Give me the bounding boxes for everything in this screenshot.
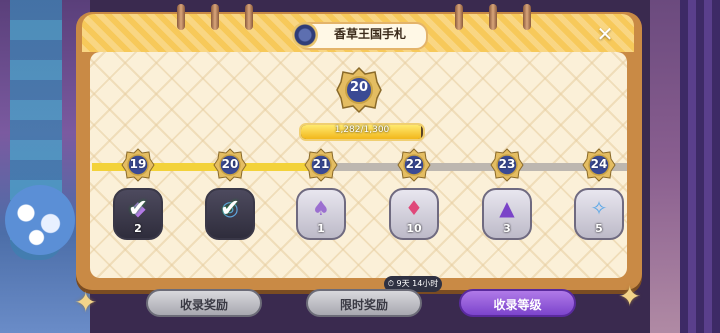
level-node-number: 20	[221, 157, 239, 171]
pink-crystal-icon: ♦	[405, 196, 423, 220]
flower-bouquet	[5, 185, 75, 255]
blue-crystal-icon: ✧	[590, 196, 608, 220]
close-button[interactable]: ✕	[595, 24, 615, 44]
reward-count: 5	[595, 222, 603, 235]
star-decoration-icon: ✦	[618, 280, 642, 313]
level-node-number: 19	[129, 157, 147, 171]
collect-reward-button[interactable]: 收录奖励	[146, 289, 262, 317]
reward-count: 2	[134, 222, 142, 235]
level-node-number: 21	[312, 157, 330, 171]
timer-text: 9天 14小时	[396, 279, 439, 288]
limited-reward-button[interactable]: 限时奖励	[306, 289, 422, 317]
level-node-number: 24	[590, 157, 608, 171]
kingdom-emblem-icon	[292, 22, 318, 48]
star-decoration-icon: ✦	[74, 286, 98, 319]
current-level-number: 20	[349, 80, 369, 95]
binder-ring	[177, 4, 185, 30]
reward-count: 10	[406, 222, 422, 235]
progress-text: 1,282/1,300	[334, 125, 390, 135]
binder-ring	[489, 4, 497, 30]
curtain	[680, 0, 720, 333]
binder-ring	[455, 4, 463, 30]
binder-ring	[523, 4, 531, 30]
level-node-number: 22	[405, 157, 423, 171]
reward-count: 1	[317, 222, 325, 235]
background-right	[650, 0, 720, 333]
level-node-number: 23	[498, 157, 516, 171]
claimed-check-icon: ✔	[219, 194, 241, 222]
binder-ring	[245, 4, 253, 30]
page-title: 香草王国手札	[333, 27, 406, 41]
purple-soulstone-icon: ▲	[499, 196, 515, 220]
binder-ring	[211, 4, 219, 30]
reward-count: 3	[503, 222, 511, 235]
claimed-check-icon: ✔	[127, 194, 149, 222]
cookie-group-icon: ♠	[312, 196, 330, 220]
collect-level-button[interactable]: 收录等级	[459, 289, 576, 317]
